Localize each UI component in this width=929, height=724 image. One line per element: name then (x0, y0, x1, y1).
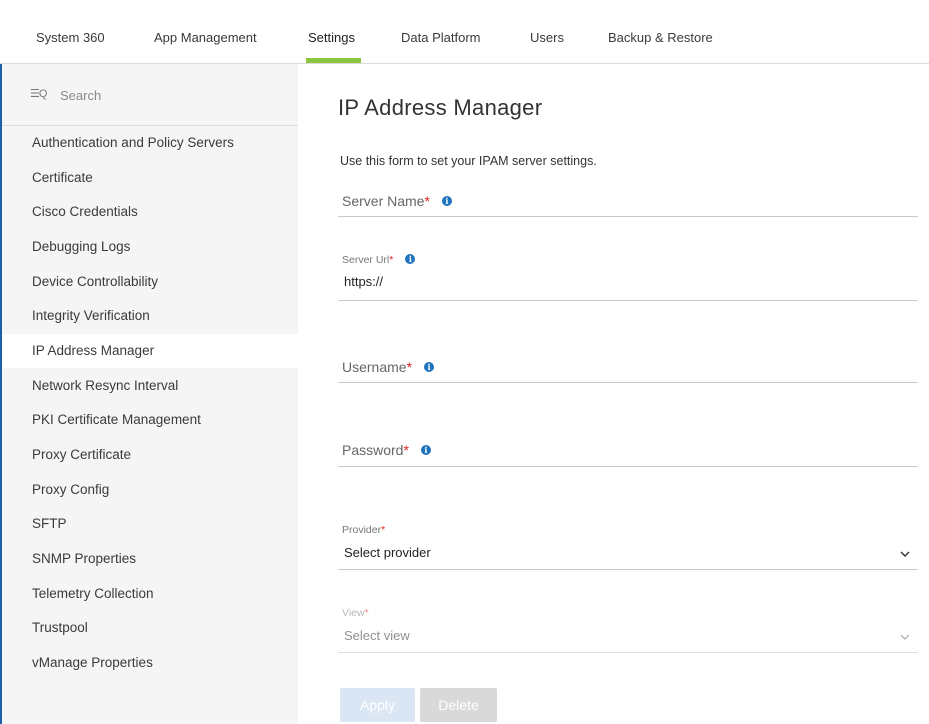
search-input[interactable] (60, 84, 280, 106)
view-label: View* (342, 607, 369, 619)
required-asterisk: * (381, 524, 386, 536)
sidebar-item-cisco-credentials[interactable]: Cisco Credentials (2, 195, 298, 229)
sidebar-item-proxy-certificate[interactable]: Proxy Certificate (2, 438, 298, 472)
sidebar-item-snmp-properties[interactable]: SNMP Properties (2, 542, 298, 576)
sidebar: ☰Q Authentication and Policy Servers Cer… (2, 64, 298, 724)
sidebar-search: ☰Q (2, 64, 298, 126)
server-name-field[interactable]: Server Name* i (338, 185, 918, 217)
provider-select[interactable]: Provider* Select provider (338, 518, 918, 570)
tab-settings[interactable]: Settings (308, 30, 355, 45)
sidebar-item-trustpool[interactable]: Trustpool (2, 611, 298, 645)
apply-button[interactable]: Apply (340, 688, 415, 722)
delete-button[interactable]: Delete (420, 688, 497, 722)
required-asterisk: * (364, 607, 369, 619)
provider-selected-value: Select provider (344, 545, 431, 560)
sidebar-item-debugging-logs[interactable]: Debugging Logs (2, 230, 298, 264)
tab-backup-restore[interactable]: Backup & Restore (608, 30, 713, 45)
username-field[interactable]: Username* i (338, 350, 918, 383)
sidebar-item-vmanage-properties[interactable]: vManage Properties (2, 646, 298, 680)
required-asterisk: * (403, 442, 409, 458)
sidebar-item-pki-certificate-management[interactable]: PKI Certificate Management (2, 403, 298, 437)
tab-app-management[interactable]: App Management (154, 30, 257, 45)
tab-data-platform[interactable]: Data Platform (401, 30, 480, 45)
provider-label: Provider* (342, 524, 386, 536)
sidebar-item-certificate[interactable]: Certificate (2, 161, 298, 195)
sidebar-item-proxy-config[interactable]: Proxy Config (2, 473, 298, 507)
info-icon[interactable]: i (441, 196, 452, 207)
info-icon[interactable]: i (405, 254, 416, 265)
chevron-down-icon[interactable] (900, 549, 910, 559)
page-title: IP Address Manager (338, 95, 543, 120)
required-asterisk: * (424, 193, 430, 209)
password-field[interactable]: Password* i (338, 433, 918, 467)
active-tab-indicator (306, 58, 361, 63)
search-icon: ☰Q (30, 88, 47, 100)
required-asterisk: * (406, 359, 413, 375)
server-url-field[interactable]: Server Url* i (338, 248, 918, 301)
tab-users[interactable]: Users (530, 30, 564, 45)
required-asterisk: * (389, 254, 394, 266)
tab-system-360[interactable]: System 360 (36, 30, 105, 45)
view-select[interactable]: View* Select view (338, 601, 918, 653)
server-url-label: Server Url* i (342, 254, 416, 266)
server-name-label: Server Name* i (342, 193, 452, 209)
chevron-down-icon[interactable] (900, 632, 910, 642)
info-icon[interactable]: i (424, 362, 435, 373)
username-label: Username* i (342, 359, 435, 375)
sidebar-item-device-controllability[interactable]: Device Controllability (2, 265, 298, 299)
sidebar-item-authentication-policy-servers[interactable]: Authentication and Policy Servers (2, 126, 298, 160)
sidebar-item-telemetry-collection[interactable]: Telemetry Collection (2, 577, 298, 611)
sidebar-item-ip-address-manager[interactable]: IP Address Manager (2, 334, 298, 368)
view-selected-value: Select view (344, 628, 410, 643)
sidebar-item-network-resync-interval[interactable]: Network Resync Interval (2, 369, 298, 403)
form-description: Use this form to set your IPAM server se… (340, 154, 597, 168)
sidebar-item-integrity-verification[interactable]: Integrity Verification (2, 299, 298, 333)
info-icon[interactable]: i (420, 445, 431, 456)
sidebar-item-sftp[interactable]: SFTP (2, 507, 298, 541)
server-url-input[interactable] (344, 274, 884, 289)
top-nav: System 360 App Management Settings Data … (0, 0, 929, 64)
password-label: Password* i (342, 442, 431, 458)
